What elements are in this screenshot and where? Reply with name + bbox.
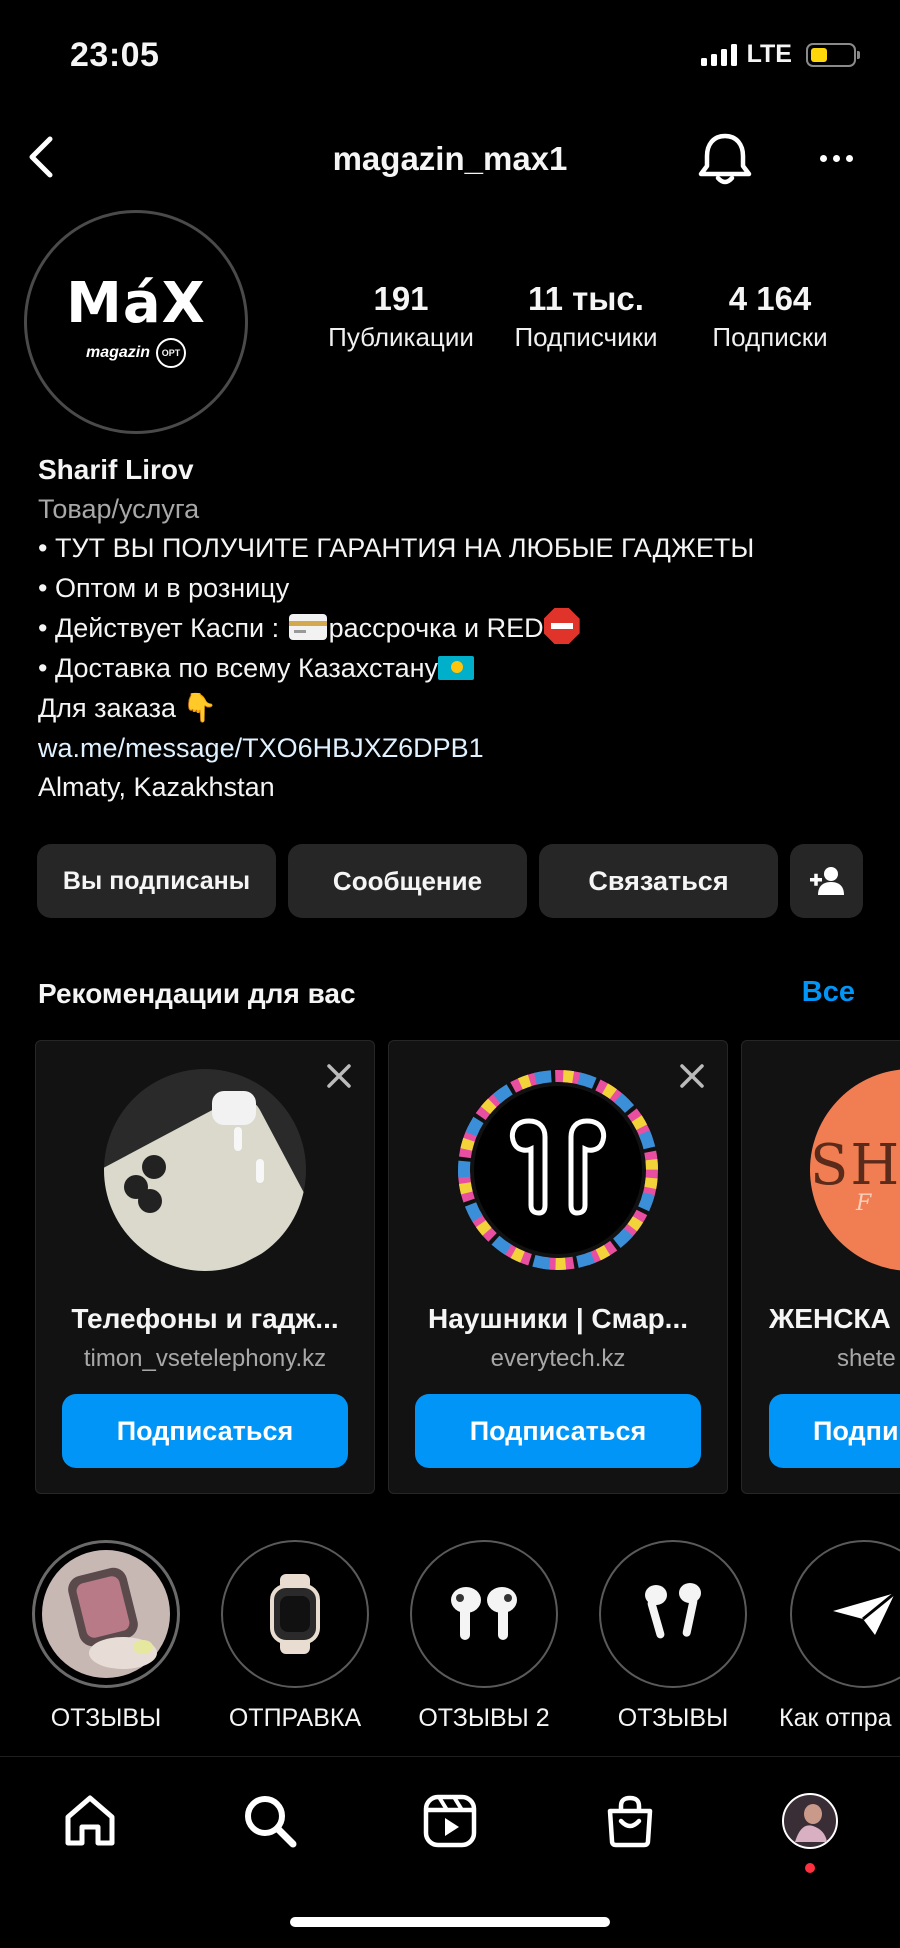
- bio-category: Товар/услуга: [38, 493, 200, 524]
- highlight-label: ОТПРАВКА: [228, 1704, 362, 1732]
- highlight-label: Как отпра: [779, 1704, 892, 1732]
- profile-avatar[interactable]: MáX magazin OPT: [24, 210, 248, 434]
- bio-location[interactable]: Almaty, Kazakhstan: [38, 768, 878, 808]
- search-icon: [245, 1796, 297, 1848]
- home-icon: [65, 1795, 115, 1846]
- nav-reels[interactable]: [418, 1789, 482, 1853]
- highlight-item[interactable]: ОТЗЫВЫ 2: [399, 1540, 569, 1733]
- logo-badge: OPT: [156, 338, 186, 368]
- nav-profile[interactable]: [778, 1789, 842, 1853]
- highlight-cover: [410, 1540, 558, 1688]
- pointing-down-hand-icon: 👇: [182, 692, 217, 723]
- nav-search[interactable]: [238, 1789, 302, 1853]
- airpods-icon: [645, 1583, 701, 1639]
- bio-line: • Действует Каспи : рассрочка и RED: [38, 608, 878, 649]
- profile-bio: Sharif Lirov Товар/услуга • ТУТ ВЫ ПОЛУЧ…: [38, 450, 878, 808]
- recommendation-card[interactable]: Наушники | Смар... everytech.kz Подписат…: [388, 1040, 728, 1494]
- stat-posts[interactable]: 191 Публикации: [318, 280, 484, 353]
- see-all-link[interactable]: Все: [802, 976, 855, 1009]
- bio-link[interactable]: wa.me/message/TXO6HBJXZ6DPB1: [38, 729, 878, 769]
- close-icon: [327, 1064, 351, 1088]
- highlight-item[interactable]: Как отпра: [777, 1540, 900, 1733]
- more-options-button[interactable]: [808, 140, 864, 176]
- profile-username: magazin_max1: [332, 140, 568, 177]
- home-indicator: [290, 1917, 610, 1927]
- bio-line: Для заказа 👇: [38, 688, 878, 729]
- stop-sign-icon: [543, 608, 580, 644]
- highlight-cover: [599, 1540, 747, 1688]
- logo-subtext: magazin: [85, 344, 150, 361]
- bio-line: • Оптом и в розницу: [38, 572, 290, 603]
- logo-text: MáX: [66, 271, 206, 336]
- recommendation-card[interactable]: Телефоны и гадж... timon_vsetelephony.kz…: [35, 1040, 375, 1494]
- paper-plane-icon: [833, 1591, 896, 1635]
- recommendation-name: Наушники | Смар...: [427, 1303, 689, 1334]
- recommendation-avatar[interactable]: SH F: [810, 1069, 900, 1271]
- recommendation-handle: shete: [837, 1345, 896, 1372]
- recommendation-handle: everytech.kz: [490, 1345, 626, 1372]
- recommendations-title: Рекомендации для вас: [38, 978, 356, 1009]
- bio-line: • Доставка по всему Казахстану: [38, 649, 878, 689]
- battery-icon: [806, 42, 860, 67]
- nav-home[interactable]: [58, 1789, 122, 1853]
- contact-button[interactable]: Связаться: [539, 844, 778, 918]
- airpods-pro-icon: [451, 1587, 517, 1640]
- nav-shop[interactable]: [598, 1789, 662, 1853]
- bio-line: • ТУТ ВЫ ПОЛУЧИТЕ ГАРАНТИЯ НА ЛЮБЫЕ ГАДЖ…: [38, 533, 755, 563]
- follow-button[interactable]: Подпи: [769, 1394, 900, 1468]
- smartwatch-icon: [270, 1574, 320, 1654]
- kazakhstan-flag-icon: [438, 655, 474, 680]
- highlight-label: ОТЗЫВЫ: [50, 1704, 162, 1732]
- recommendation-name: ЖЕНСКА: [769, 1303, 891, 1334]
- notifications-button[interactable]: [695, 132, 755, 188]
- bio-name: Sharif Lirov: [38, 454, 194, 485]
- highlight-label: ОТЗЫВЫ 2: [418, 1704, 550, 1732]
- highlight-cover: [32, 1540, 180, 1688]
- highlight-cover: [790, 1540, 900, 1688]
- recommendation-avatar[interactable]: [104, 1069, 306, 1271]
- notification-dot: [805, 1863, 815, 1873]
- recommendation-name: Телефоны и гадж...: [71, 1303, 339, 1334]
- add-person-icon: [809, 867, 844, 895]
- dismiss-button[interactable]: [324, 1061, 354, 1091]
- credit-card-icon: [288, 614, 327, 640]
- status-indicators: LTE: [700, 40, 860, 69]
- stat-following[interactable]: 4 164 Подписки: [690, 280, 850, 353]
- highlight-item[interactable]: ОТЗЫВЫ: [588, 1540, 758, 1733]
- recommendation-avatar[interactable]: [457, 1069, 659, 1271]
- recommendation-card[interactable]: SH F ЖЕНСКА shete Подпи: [741, 1040, 900, 1494]
- network-label: LTE: [746, 40, 792, 68]
- shop-icon: [607, 1795, 653, 1848]
- more-icon: [819, 154, 827, 162]
- message-button[interactable]: Сообщение: [288, 844, 527, 918]
- status-time: 23:05: [70, 36, 160, 74]
- profile-avatar-icon: [782, 1793, 838, 1849]
- highlight-cover: [221, 1540, 369, 1688]
- follow-button[interactable]: Подписаться: [415, 1394, 701, 1468]
- recommendation-handle: timon_vsetelephony.kz: [83, 1345, 327, 1372]
- reels-icon: [423, 1794, 477, 1848]
- highlight-item[interactable]: ОТПРАВКА: [210, 1540, 380, 1733]
- follow-button[interactable]: Подписаться: [62, 1394, 348, 1468]
- dismiss-button[interactable]: [677, 1061, 707, 1091]
- highlight-label: ОТЗЫВЫ: [617, 1704, 729, 1732]
- highlight-item[interactable]: ОТЗЫВЫ: [21, 1540, 191, 1733]
- signal-icon: [700, 43, 737, 66]
- stat-followers[interactable]: 11 тыс. Подписчики: [500, 280, 672, 353]
- close-icon: [680, 1064, 704, 1088]
- following-button[interactable]: Вы подписаны: [37, 844, 276, 918]
- bell-icon: [698, 133, 752, 185]
- suggested-users-button[interactable]: [790, 844, 863, 918]
